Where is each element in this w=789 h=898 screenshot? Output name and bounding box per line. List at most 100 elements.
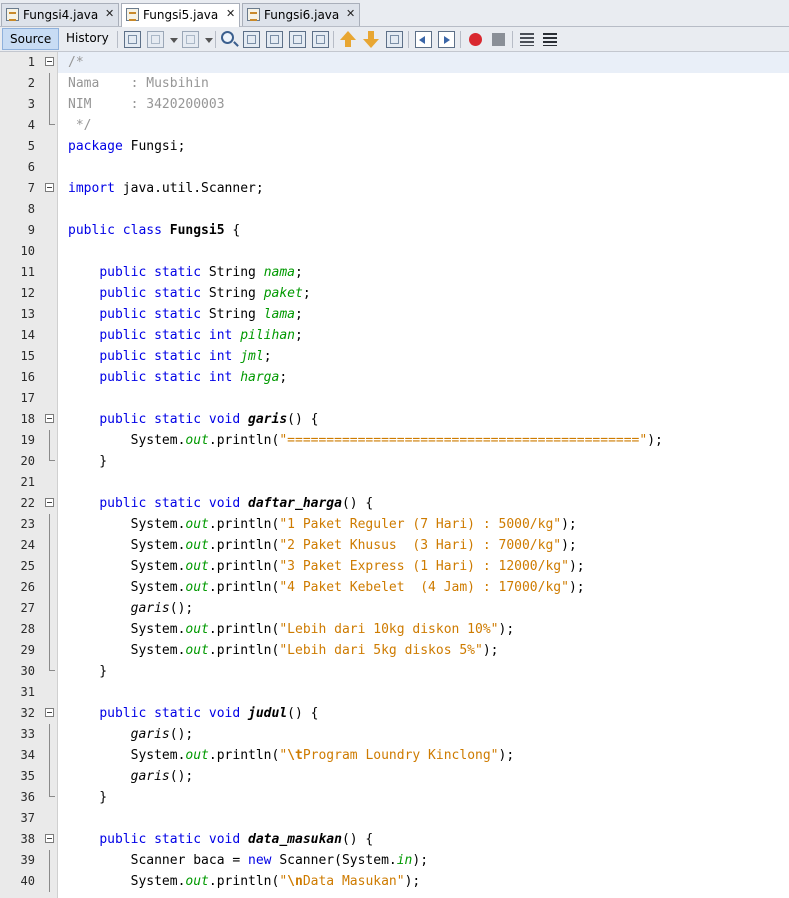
back-icon[interactable] [147,31,164,48]
fold-toggle-icon[interactable] [45,498,54,507]
code-line[interactable]: 15 public static int jml; [0,346,789,367]
tab-fungsi5[interactable]: Fungsi5.java ✕ [121,3,240,27]
tab-label: Fungsi6.java [264,8,340,22]
code-token: nama [263,265,295,280]
code-line[interactable]: 27 garis(); [0,598,789,619]
code-line[interactable]: 36 } [0,787,789,808]
code-token: paket [263,286,303,301]
code-line[interactable]: 22 public static void daftar_harga() { [0,493,789,514]
start-macro-icon[interactable] [469,33,482,46]
code-token: "2 Paket Khusus (3 Hari) : 7000/kg" [279,538,562,553]
find-previous-icon[interactable] [243,31,260,48]
code-line[interactable]: 35 garis(); [0,766,789,787]
code-line[interactable]: 3 NIM : 3420200003 [0,94,789,115]
code-token: (); [169,769,194,784]
code-line[interactable]: 7 import java.util.Scanner; [0,178,789,199]
fold-toggle-icon[interactable] [45,183,54,192]
shift-left-icon[interactable] [415,31,432,48]
code-line[interactable]: 33 garis(); [0,724,789,745]
code-editor[interactable]: 1 /* 2 Nama : Musbihin 3 NIM : 3420200003 4 */… [0,52,789,898]
code-line[interactable]: 23 System.out.println("1 Paket Reguler (… [0,514,789,535]
code-line[interactable]: 18 public static void garis() { [0,409,789,430]
toggle-bookmark-icon[interactable] [386,31,403,48]
fold-guide-line [49,94,50,115]
line-number: 28 [20,622,35,636]
tab-label: Fungsi4.java [23,8,99,22]
code-token: .println( [208,643,280,658]
code-line[interactable]: 6 [0,157,789,178]
code-line[interactable]: 21 [0,472,789,493]
code-text: package Fungsi; [68,138,185,155]
code-line[interactable]: 14 public static int pilihan; [0,325,789,346]
code-line[interactable]: 19 System.out.println("=================… [0,430,789,451]
code-text: public static int jml; [68,348,271,365]
history-view-button[interactable]: History [59,28,116,50]
code-line[interactable]: 8 [0,199,789,220]
code-line[interactable]: 32 public static void judul() { [0,703,789,724]
tab-fungsi6[interactable]: Fungsi6.java ✕ [242,3,360,26]
close-tab-icon[interactable]: ✕ [346,7,355,20]
code-line[interactable]: 25 System.out.println("3 Paket Express (… [0,556,789,577]
last-edit-icon[interactable] [124,31,141,48]
shift-right-icon[interactable] [438,31,455,48]
line-number: 3 [27,97,35,111]
code-token: Scanner(System. [271,853,397,868]
code-line[interactable]: 29 System.out.println("Lebih dari 5kg di… [0,640,789,661]
code-line[interactable]: 11 public static String nama; [0,262,789,283]
forward-icon[interactable] [182,31,199,48]
code-token: out [185,433,209,448]
code-text: public static int harga; [68,369,287,386]
code-line[interactable]: 39 Scanner baca = new Scanner(System.in)… [0,850,789,871]
forward-dropdown-icon[interactable] [201,31,213,48]
code-token: (); [169,601,194,616]
code-line[interactable]: 12 public static String paket; [0,283,789,304]
line-number: 25 [20,559,35,573]
line-number: 19 [20,433,35,447]
stop-macro-icon[interactable] [492,33,505,46]
fold-toggle-icon[interactable] [45,834,54,843]
uncomment-icon[interactable] [543,33,557,46]
fold-toggle-icon[interactable] [45,414,54,423]
close-tab-icon[interactable]: ✕ [105,7,114,20]
line-number: 7 [27,181,35,195]
code-token: garis [130,601,170,616]
toggle-rectangular-selection-icon[interactable] [312,31,329,48]
code-line[interactable]: 13 public static String lama; [0,304,789,325]
code-line[interactable]: 28 System.out.println("Lebih dari 10kg d… [0,619,789,640]
comment-icon[interactable] [520,33,534,46]
code-line[interactable]: 31 [0,682,789,703]
code-line[interactable]: 24 System.out.println("2 Paket Khusus (3… [0,535,789,556]
code-line[interactable]: 34 System.out.println("\tProgram Loundry… [0,745,789,766]
previous-bookmark-icon[interactable] [339,31,356,48]
code-text: System.out.println("\tProgram Loundry Ki… [68,747,515,764]
find-next-icon[interactable] [266,31,283,48]
code-line[interactable]: 20 } [0,451,789,472]
code-line[interactable]: 16 public static int harga; [0,367,789,388]
fold-toggle-icon[interactable] [45,57,54,66]
next-bookmark-icon[interactable] [362,31,379,48]
code-line[interactable]: 2 Nama : Musbihin [0,73,789,94]
code-line[interactable]: 5 package Fungsi; [0,136,789,157]
code-line[interactable]: 30 } [0,661,789,682]
code-line[interactable]: 1 /* [0,52,789,73]
code-line[interactable]: 10 [0,241,789,262]
code-line[interactable]: 9 public class Fungsi5 { [0,220,789,241]
back-dropdown-icon[interactable] [166,31,178,48]
fold-toggle-icon[interactable] [45,708,54,717]
code-line[interactable]: 17 [0,388,789,409]
code-line[interactable]: 4 */ [0,115,789,136]
code-line[interactable]: 37 [0,808,789,829]
code-token: new [248,853,272,868]
find-icon[interactable] [221,31,234,44]
close-tab-icon[interactable]: ✕ [226,7,235,20]
code-line[interactable]: 40 System.out.println("\nData Masukan"); [0,871,789,892]
code-line[interactable]: 26 System.out.println("4 Paket Kebelet (… [0,577,789,598]
source-view-button[interactable]: Source [2,28,60,50]
fold-guide-line [49,619,50,640]
code-line[interactable]: 38 public static void data_masukan() { [0,829,789,850]
tab-fungsi4[interactable]: Fungsi4.java ✕ [1,3,119,26]
code-token: ; [279,370,288,385]
toggle-highlight-icon[interactable] [289,31,306,48]
